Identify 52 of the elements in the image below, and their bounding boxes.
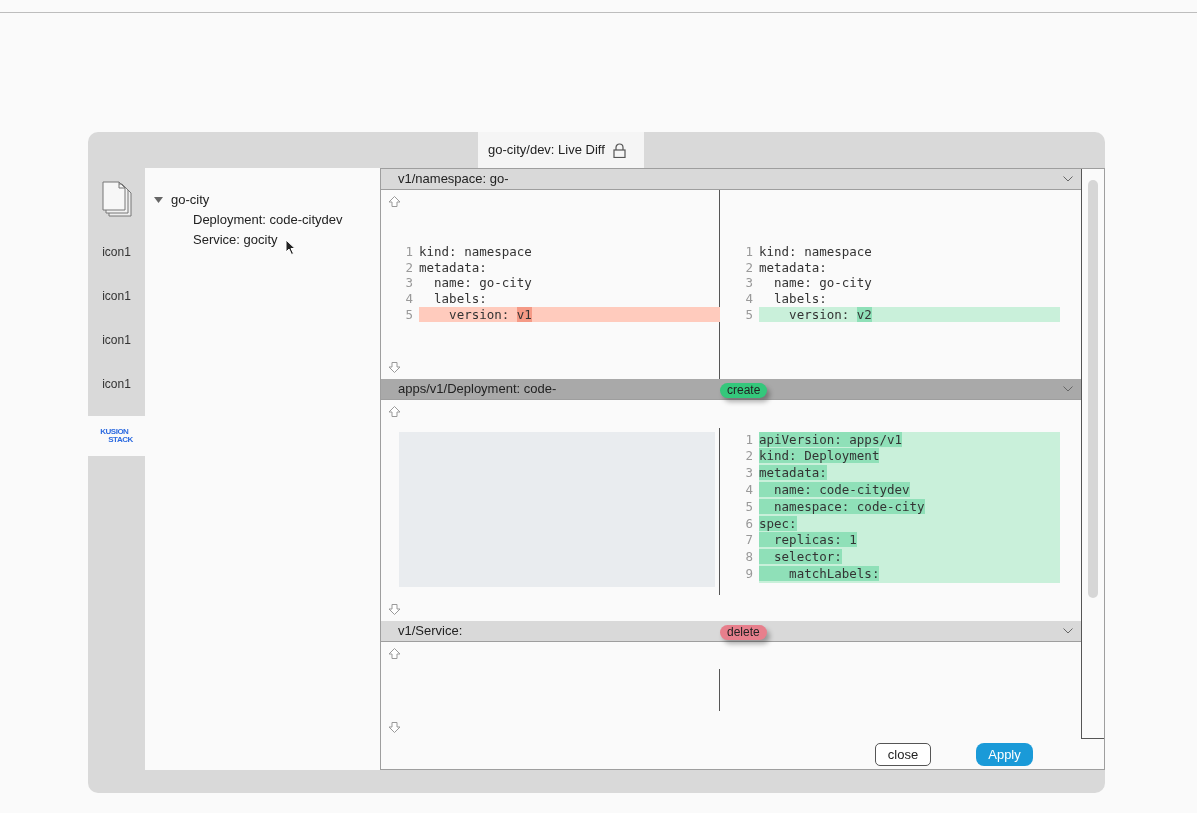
chevron-down-icon[interactable]	[1063, 385, 1073, 392]
sidebar-item[interactable]: icon1	[88, 318, 145, 362]
line-number: 1	[744, 431, 754, 449]
line-number: 6	[744, 515, 754, 533]
line-number: 8	[744, 549, 754, 566]
sidebar-item[interactable]: icon1	[88, 274, 145, 318]
line-number: 4	[744, 291, 754, 307]
cursor-icon	[285, 239, 296, 256]
down-arrow-icon[interactable]	[388, 722, 401, 733]
code-line: labels:	[433, 291, 488, 307]
line-number: 2	[744, 448, 754, 466]
line-number: 7	[744, 532, 754, 550]
up-arrow-icon[interactable]	[388, 648, 401, 660]
tab[interactable]: go-city/dev: Live Diff	[478, 132, 644, 168]
line-number: 5	[404, 306, 414, 323]
chevron-down-icon[interactable]	[1063, 628, 1073, 635]
tree-item[interactable]: Service: gocity	[193, 230, 278, 250]
sidebar-item[interactable]: icon1	[88, 362, 145, 406]
code-line: labels:	[773, 291, 828, 307]
sidebar-item[interactable]: icon1	[88, 230, 145, 274]
line-number: 1	[404, 243, 414, 260]
close-button[interactable]: close	[875, 743, 931, 766]
tree-item[interactable]: Deployment: code-citydev	[193, 210, 343, 230]
line-number: 4	[404, 291, 414, 307]
lock-icon	[612, 142, 626, 158]
line-number: 2	[404, 259, 414, 276]
up-arrow-icon[interactable]	[388, 195, 401, 207]
code-line: metadata:	[419, 259, 488, 276]
line-number: 9	[744, 566, 754, 583]
line-number: 5	[744, 306, 754, 323]
section-header[interactable]: v1/namespace: go-	[381, 169, 1081, 190]
chevron-down-icon[interactable]	[1063, 176, 1073, 182]
code-line: metadata:	[759, 259, 828, 276]
caret-icon[interactable]	[154, 197, 163, 203]
line-number: 2	[744, 259, 754, 276]
scrollbar-thumb[interactable]	[1088, 180, 1098, 598]
line-number: 3	[744, 465, 754, 482]
down-arrow-icon[interactable]	[388, 361, 401, 373]
documents-icon[interactable]	[100, 181, 133, 217]
line-number: 3	[404, 275, 414, 292]
code-line: kind: namespace	[759, 243, 873, 260]
down-arrow-icon[interactable]	[388, 604, 401, 616]
code-line: name: go-city	[773, 275, 873, 292]
status-badge: delete	[720, 625, 767, 641]
code-line: name: go-city	[433, 275, 533, 292]
code-line: kind: namespace	[419, 243, 533, 260]
tree-item[interactable]: go-city	[171, 190, 210, 210]
line-number: 4	[744, 482, 754, 499]
line-number: 1	[744, 243, 754, 260]
up-arrow-icon[interactable]	[388, 405, 401, 417]
line-number: 3	[744, 275, 754, 292]
line-number: 5	[744, 498, 754, 516]
